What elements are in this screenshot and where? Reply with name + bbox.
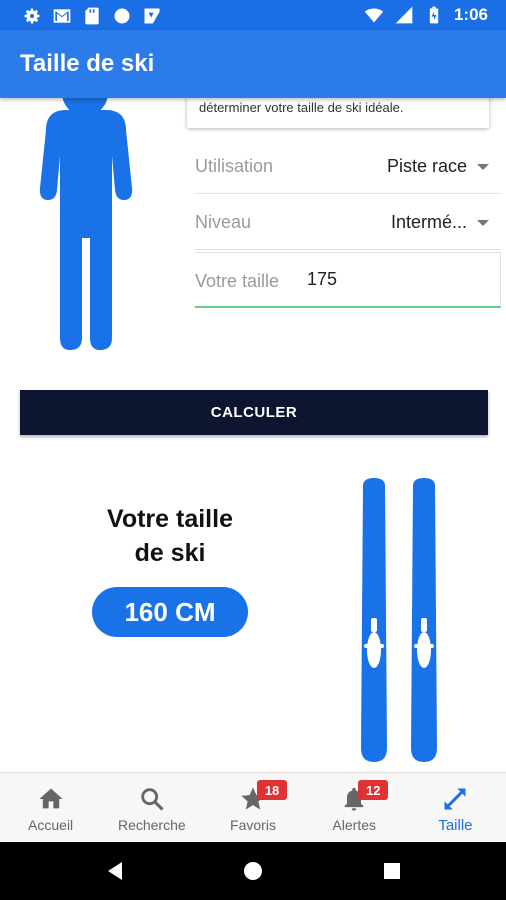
person-figure-icon: [39, 98, 133, 350]
nav-label-alertes: Alertes: [332, 817, 376, 833]
signal-icon: [395, 6, 413, 24]
bottom-nav: Accueil Recherche 18 Favoris 12 Alertes …: [0, 772, 506, 842]
nav-label-favoris: Favoris: [230, 817, 276, 833]
usage-select[interactable]: Utilisation Piste race: [195, 138, 501, 194]
skis-icon: [361, 478, 437, 762]
status-time: 1:06: [453, 5, 488, 24]
favorites-badge: 18: [257, 780, 288, 800]
back-icon[interactable]: [104, 859, 128, 883]
system-nav-bar: [0, 842, 506, 900]
chevron-down-icon[interactable]: [477, 164, 489, 170]
level-value[interactable]: Intermé...: [391, 212, 467, 233]
nav-item-favoris[interactable]: 18 Favoris: [202, 773, 303, 842]
nav-item-alertes[interactable]: 12 Alertes: [304, 773, 405, 842]
height-input[interactable]: [307, 269, 457, 290]
info-card: déterminer votre taille de ski idéale.: [187, 98, 489, 128]
nav-item-accueil[interactable]: Accueil: [0, 773, 101, 842]
usage-value[interactable]: Piste race: [387, 156, 467, 177]
calculate-button[interactable]: CALCULER: [20, 390, 488, 435]
alerts-badge: 12: [358, 780, 389, 800]
search-icon: [141, 788, 164, 811]
main-content[interactable]: déterminer votre taille de ski idéale. U…: [0, 98, 506, 772]
result-title-line2: de ski: [134, 539, 206, 567]
status-bar: 1:06: [0, 0, 506, 30]
home-button-icon[interactable]: [241, 859, 265, 883]
settings-icon: [24, 8, 40, 24]
result-title-line1: Votre taille: [107, 505, 233, 533]
nav-item-recherche[interactable]: Recherche: [101, 773, 202, 842]
nav-label-recherche: Recherche: [117, 817, 186, 833]
result-title: Votre taille de ski: [70, 502, 270, 570]
circle-icon: [114, 8, 130, 24]
app-bar: Taille de ski: [0, 30, 506, 98]
wifi-icon: [364, 8, 384, 23]
resize-icon: [444, 788, 466, 810]
nav-label-accueil: Accueil: [28, 817, 74, 833]
height-field[interactable]: Votre taille: [195, 252, 501, 308]
download-icon: [144, 8, 160, 24]
recents-icon[interactable]: [380, 859, 404, 883]
result-badge: 160 CM: [92, 587, 248, 637]
battery-icon: [429, 6, 439, 24]
page-title: Taille de ski: [20, 50, 155, 77]
height-label: Votre taille: [195, 271, 280, 291]
info-card-text: déterminer votre taille de ski idéale.: [199, 100, 404, 115]
level-select[interactable]: Niveau Intermé...: [195, 194, 501, 250]
chevron-down-icon[interactable]: [477, 220, 489, 226]
gmail-icon: [53, 9, 71, 23]
sd-card-icon: [85, 7, 99, 25]
usage-label: Utilisation: [195, 156, 274, 176]
nav-item-taille[interactable]: Taille: [405, 773, 506, 842]
level-label: Niveau: [195, 212, 252, 232]
home-icon: [38, 788, 63, 809]
nav-label-taille: Taille: [438, 817, 473, 834]
